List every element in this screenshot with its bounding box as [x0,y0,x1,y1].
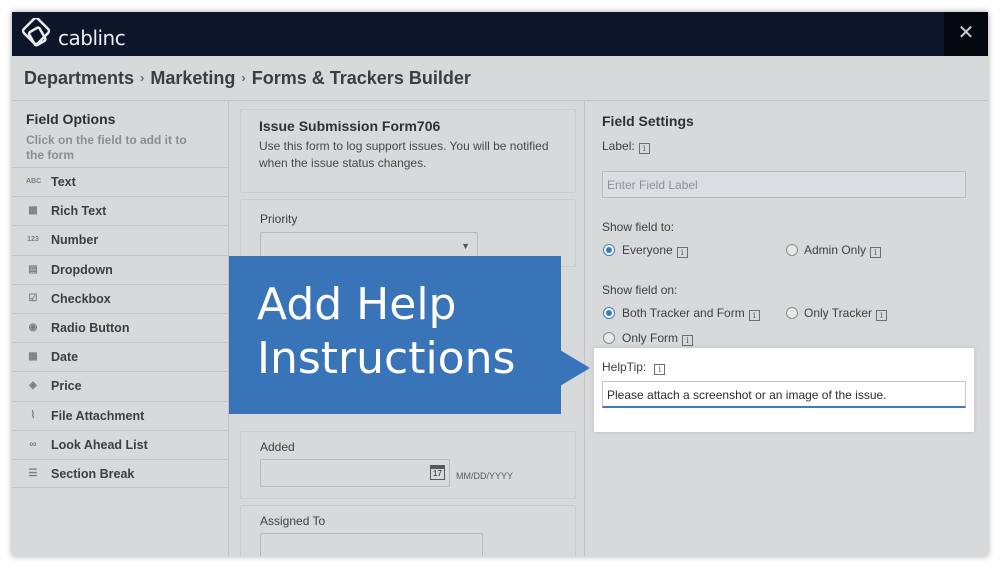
top-navigation-bar: cablinc ✕ [12,12,988,56]
helptip-input[interactable]: Please attach a screenshot or an image o… [602,381,966,408]
radio-icon: ◉ [28,321,38,333]
field-option-look-ahead-list[interactable]: ∞ Look Ahead List [12,429,229,459]
field-option-checkbox[interactable]: ☑ Checkbox [12,283,229,313]
info-icon[interactable]: i [638,143,650,154]
radio-only-form-text: Only Form [622,331,679,345]
radio-admin-only[interactable] [786,244,798,256]
radio-both-tracker-and-form[interactable] [603,307,615,319]
field-option-label: Look Ahead List [51,437,148,452]
field-option-radio-button[interactable]: ◉ Radio Button [12,312,229,342]
radio-only-tracker[interactable] [786,307,798,319]
field-options-list: ABC Text ▦ Rich Text 123 Number ▤ Dropdown ☑… [12,167,229,489]
info-icon[interactable]: i [682,335,694,346]
field-option-file-attachment[interactable]: ⌇ File Attachment [12,400,229,430]
field-option-number[interactable]: 123 Number [12,225,229,254]
radio-both-text: Both Tracker and Form [622,306,745,320]
radio-both-label[interactable]: Both Tracker and Form i [622,306,760,321]
field-option-price[interactable]: ◈ Price [12,371,229,400]
label-title-text: Label: [602,139,635,153]
show-field-to-title: Show field to: [602,220,675,234]
date-format-hint: MM/DD/YYYY [456,471,514,481]
tutorial-callout: Add Help Instructions [229,256,561,414]
assigned-to-label: Assigned To [260,514,326,528]
field-option-label: Checkbox [51,291,111,306]
priority-label: Priority [260,212,298,226]
field-option-label: Radio Button [51,320,130,335]
radio-everyone-label[interactable]: Everyone i [622,243,688,258]
show-field-on-title: Show field on: [602,283,678,297]
field-option-label: Text [51,175,76,189]
radio-only-form[interactable] [603,332,615,344]
breadcrumb: Departments › Marketing › Forms & Trackers B… [24,68,471,89]
field-option-text[interactable]: ABC Text [12,167,229,196]
callout-text: Add Help Instructions [257,278,557,386]
field-option-label: Section Break [51,466,135,481]
breadcrumb-separator: › [140,70,145,85]
radio-only-tracker-label[interactable]: Only Tracker i [804,306,888,321]
field-options-panel: Field Options Click on the field to add … [12,101,229,556]
info-icon[interactable]: i [748,310,760,321]
logo-mark-icon [21,18,51,47]
checkbox-icon: ☑ [28,292,38,304]
number-123-icon: 123 [27,236,39,244]
field-option-dropdown[interactable]: ▤ Dropdown [12,254,229,284]
field-option-label: Number [51,233,99,248]
label-title: Label: i [602,139,650,154]
radio-admin-only-text: Admin Only [804,243,867,257]
field-settings-panel: Field Settings Label: i Enter Field Label… [586,101,988,556]
helptip-label: HelpTip: i [602,360,666,375]
field-option-section-break[interactable]: ☰ Section Break [12,458,229,489]
added-label: Added [260,440,295,454]
calendar-icon[interactable]: 17 [430,465,445,480]
paperclip-icon: ⌇ [30,409,36,421]
binoculars-icon: ∞ [29,438,37,450]
breadcrumb-marketing[interactable]: Marketing [150,68,235,88]
assigned-to-input[interactable] [260,533,483,556]
radio-only-form-label[interactable]: Only Form i [622,331,694,346]
field-option-rich-text[interactable]: ▦ Rich Text [12,196,229,225]
radio-everyone[interactable] [603,244,615,256]
close-icon: ✕ [957,22,975,44]
info-icon[interactable]: i [654,364,666,375]
added-date-input[interactable]: 17 [260,459,450,487]
breadcrumb-separator: › [241,70,246,85]
helptip-highlight-box: HelpTip: i Please attach a screenshot or … [594,348,974,432]
radio-admin-only-label[interactable]: Admin Only i [804,243,882,258]
field-options-subtitle: Click on the field to add it to the form [26,133,187,162]
info-icon[interactable]: i [876,310,888,321]
callout-line-1: Add Help [257,279,457,330]
radio-everyone-text: Everyone [622,243,673,257]
dropdown-icon: ▤ [28,263,38,275]
caret-down-icon: ▼ [461,241,470,251]
radio-only-tracker-text: Only Tracker [804,306,873,320]
field-option-label: File Attachment [51,408,145,423]
field-settings-title: Field Settings [602,113,694,129]
form-description: Use this form to log support issues. You… [259,139,549,170]
callout-arrow-icon [560,350,590,386]
callout-line-2: Instructions [257,333,516,384]
cablinc-logo[interactable]: cablinc [18,16,128,52]
breadcrumb-departments[interactable]: Departments [24,68,134,88]
field-label-input[interactable]: Enter Field Label [602,171,966,198]
price-tag-icon: ◈ [29,380,37,392]
section-break-icon: ☰ [28,467,38,479]
field-option-date[interactable]: ▦ Date [12,342,229,371]
form-title: Issue Submission Form706 [259,118,441,134]
field-option-label: Date [51,350,79,365]
rich-text-icon: ▦ [28,205,38,217]
field-options-title: Field Options [26,111,116,127]
field-option-label: Price [51,379,82,394]
text-abc-icon: ABC [26,178,42,185]
breadcrumb-current-page: Forms & Trackers Builder [251,68,471,88]
close-button[interactable]: ✕ [944,12,988,56]
logo-wordmark: cablinc [58,26,126,50]
calendar-icon: ▦ [28,351,38,363]
info-icon[interactable]: i [676,247,688,258]
info-icon[interactable]: i [870,247,882,258]
field-option-label: Rich Text [51,204,107,219]
field-option-label: Dropdown [51,262,113,277]
helptip-label-text: HelpTip: [602,360,647,374]
